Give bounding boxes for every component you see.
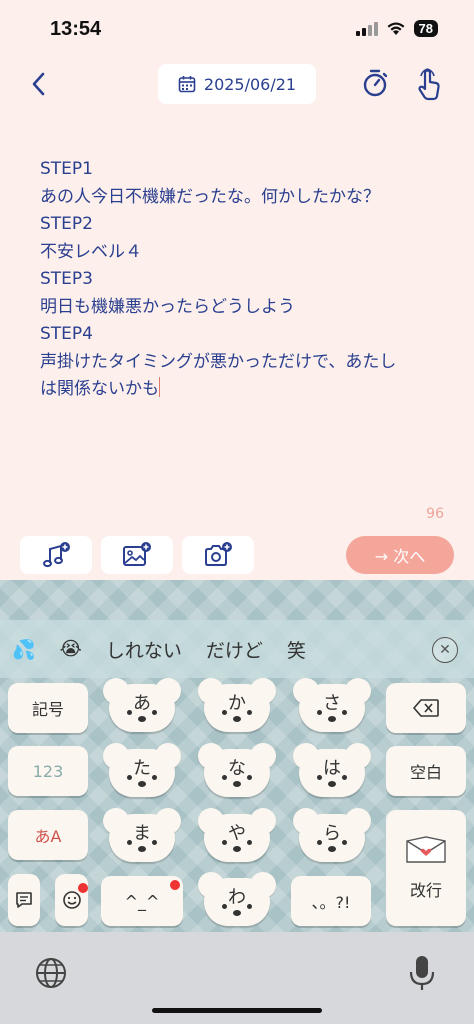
kana-key-ha[interactable]: は: [291, 743, 373, 799]
camera-add-icon: [205, 542, 232, 566]
tap-hand-icon: [418, 68, 440, 101]
top-bar: 2025/06/21: [0, 60, 474, 110]
kana-key-ra[interactable]: ら: [291, 808, 373, 864]
editor-line: 不安レベル４: [40, 241, 142, 262]
status-icons: 78: [355, 20, 438, 37]
add-image-button[interactable]: [101, 536, 173, 574]
timer-button[interactable]: [360, 68, 392, 100]
status-bar: 13:54 78: [0, 0, 474, 60]
kana-key-label: た: [133, 758, 151, 779]
number-key-label: 123: [32, 761, 64, 781]
envelope-heart-icon: [406, 836, 446, 863]
kana-key-ya[interactable]: や: [196, 808, 278, 864]
space-key[interactable]: 空白: [386, 746, 466, 796]
kana-key-label: ら: [323, 823, 341, 844]
editor-line: あの人今日不機嫌だったな。何かしたかな？: [40, 186, 380, 207]
add-photo-button[interactable]: [182, 536, 254, 574]
kana-toggle-key[interactable]: あA: [8, 810, 88, 860]
date-selector[interactable]: 2025/06/21: [158, 64, 316, 104]
editor-line: 明日も機嫌悪かったらどうしよう: [40, 296, 295, 317]
calendar-icon: [178, 76, 196, 93]
stopwatch-icon: [363, 69, 388, 97]
editor-line: STEP4: [40, 324, 93, 344]
microphone-icon: [409, 956, 435, 990]
journal-text-editor[interactable]: STEP1 あの人今日不機嫌だったな。何かしたかな？ STEP2 不安レベル４ …: [40, 156, 440, 404]
back-button[interactable]: [22, 68, 54, 100]
notification-dot: [78, 883, 88, 893]
kana-key-label: か: [228, 693, 246, 714]
keyboard-system-bar: [0, 932, 474, 1024]
space-key-label: 空白: [409, 763, 442, 782]
kana-key-label: ま: [133, 823, 151, 844]
editor-line: 声掛けたタイミングが悪かっただけで、あたし: [40, 351, 397, 372]
dictation-button[interactable]: [408, 954, 436, 992]
wifi-icon: [387, 22, 405, 35]
punctuation-key-label: 、。?!: [311, 893, 351, 912]
suggestion-item[interactable]: だけど: [194, 636, 275, 663]
date-label: 2025/06/21: [203, 74, 297, 94]
kana-key-label: は: [323, 758, 341, 779]
kana-key-label: わ: [228, 887, 246, 908]
symbol-key-label: 記号: [31, 700, 64, 719]
kana-key-ka[interactable]: か: [196, 678, 278, 734]
suggestion-item[interactable]: しれない: [94, 636, 194, 663]
suggestion-item[interactable]: 😭: [48, 638, 94, 660]
backspace-key[interactable]: [386, 683, 466, 733]
kana-key-label: な: [228, 758, 246, 779]
editor-line: STEP3: [40, 269, 93, 289]
suggestion-bar: 💦 😭 しれない だけど 笑 ✕: [0, 620, 474, 678]
suggestion-item[interactable]: 笑: [275, 636, 318, 663]
image-add-icon: [123, 542, 151, 566]
touch-mode-button[interactable]: [414, 68, 446, 102]
attachment-toolbar: → 次へ: [0, 533, 474, 577]
editor-line-last: は関係ないかも: [40, 376, 440, 404]
kana-key-a[interactable]: あ: [101, 678, 183, 734]
chevron-left-icon: [32, 72, 45, 96]
kana-toggle-label: あA: [34, 827, 62, 846]
next-button-label: → 次へ: [374, 547, 426, 566]
smiley-icon: [62, 891, 81, 909]
kana-key-ta[interactable]: た: [101, 743, 183, 799]
kana-key-ma[interactable]: ま: [101, 808, 183, 864]
suggestion-item[interactable]: 💦: [0, 638, 48, 661]
cellular-signal-icon: [355, 21, 378, 36]
music-add-icon: [43, 542, 70, 568]
number-key[interactable]: 123: [8, 746, 88, 796]
next-button[interactable]: → 次へ: [346, 536, 454, 574]
kana-key-wa[interactable]: わ: [196, 872, 278, 928]
close-suggestions-button[interactable]: ✕: [432, 637, 458, 663]
kana-key-label: あ: [133, 693, 151, 714]
character-count: 96: [426, 506, 444, 522]
enter-key-label: 改行: [409, 881, 442, 900]
notification-dot: [170, 880, 180, 890]
switch-keyboard-button[interactable]: [34, 956, 68, 990]
text-caret: [159, 377, 160, 397]
globe-icon: [36, 958, 66, 988]
editor-line: は関係ないかも: [40, 379, 159, 399]
kana-key-label: や: [228, 823, 246, 844]
backspace-icon: [413, 699, 439, 717]
kana-key-sa[interactable]: さ: [291, 678, 373, 734]
enter-key[interactable]: 改行: [386, 810, 466, 926]
comment-key[interactable]: [8, 874, 40, 926]
punctuation-key[interactable]: 、。?!: [291, 876, 371, 926]
emoticon-key-label: ^_^: [124, 891, 160, 911]
close-icon: ✕: [439, 642, 451, 658]
editor-line: STEP1: [40, 159, 93, 179]
emoji-key[interactable]: [55, 874, 88, 926]
symbol-key[interactable]: 記号: [8, 683, 88, 733]
kana-key-label: さ: [323, 693, 341, 714]
home-indicator: [152, 1008, 322, 1013]
editor-line: STEP2: [40, 214, 93, 234]
kana-key-na[interactable]: な: [196, 743, 278, 799]
status-time: 13:54: [50, 18, 102, 40]
battery-indicator: 78: [413, 20, 438, 37]
add-music-button[interactable]: [20, 536, 92, 574]
chat-bubble-icon: [16, 892, 32, 908]
